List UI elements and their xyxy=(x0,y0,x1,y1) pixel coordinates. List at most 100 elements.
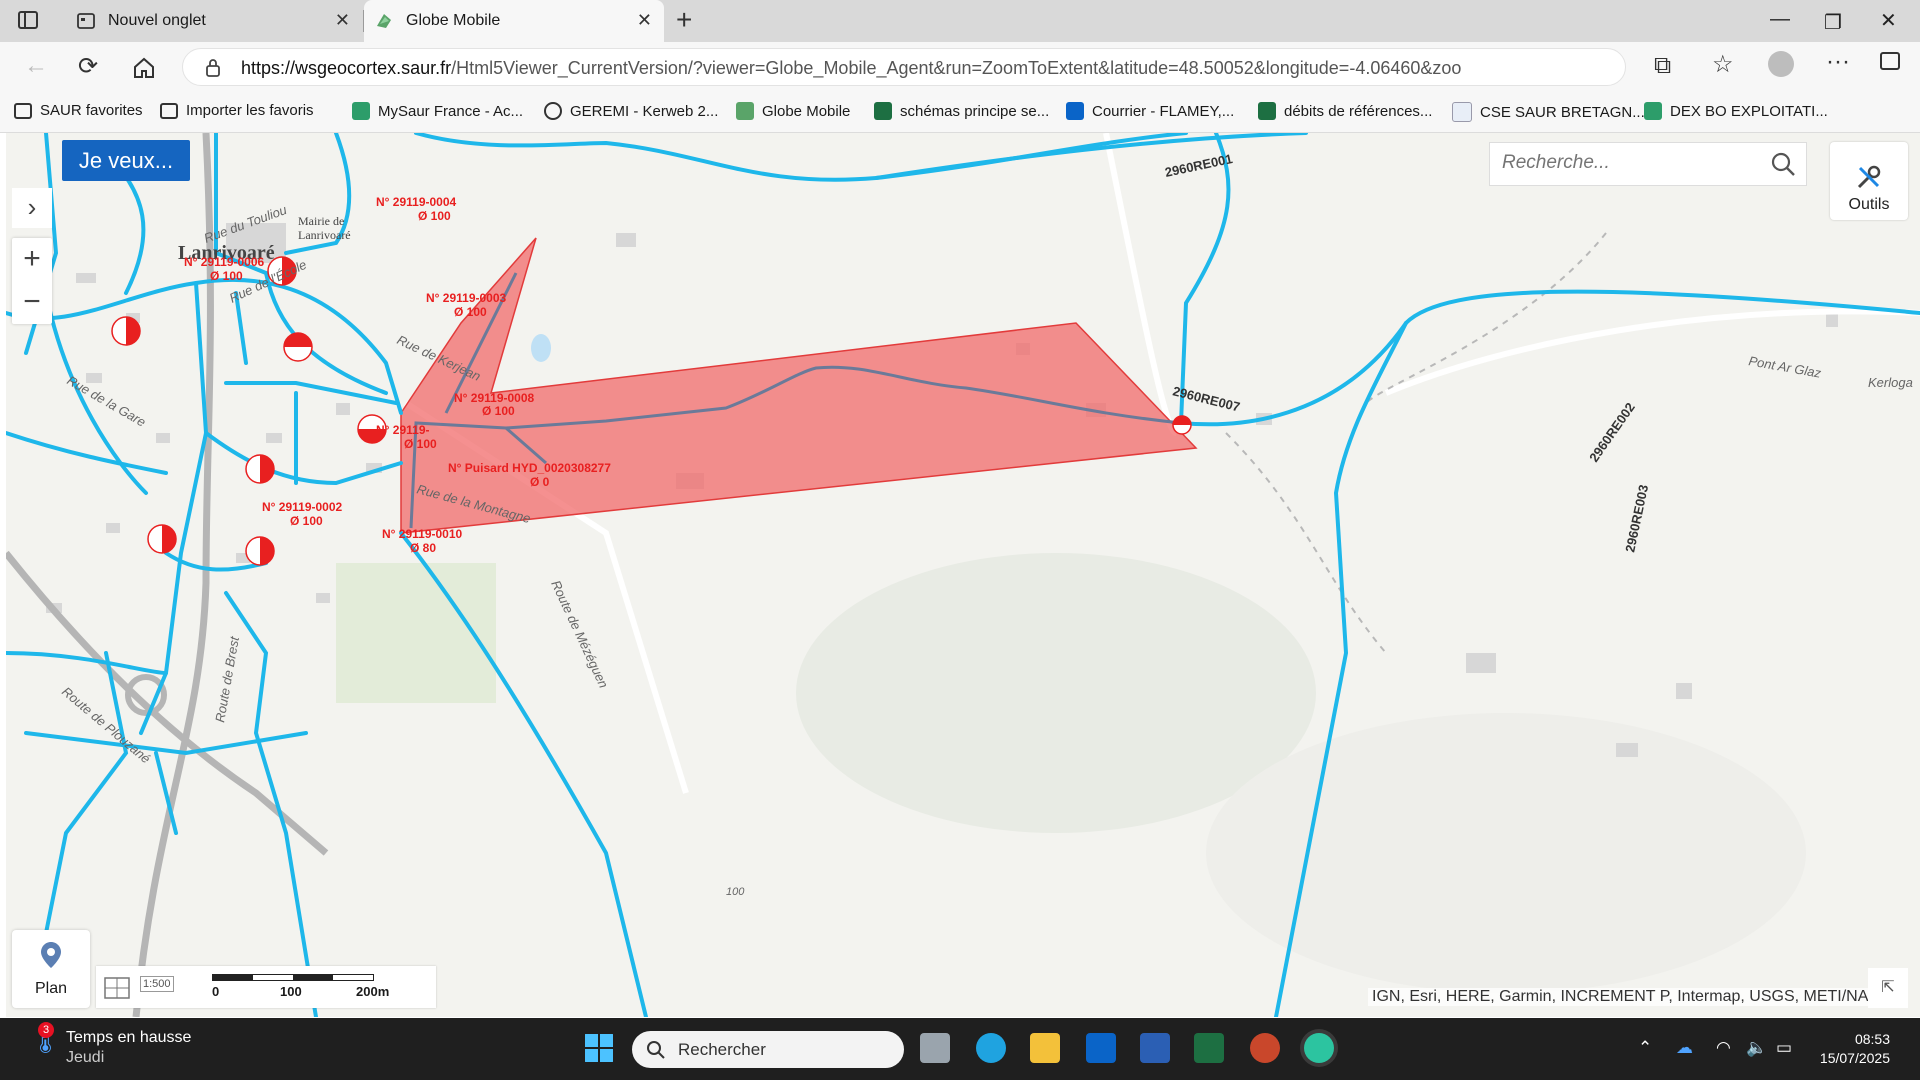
home-icon[interactable] xyxy=(132,56,156,80)
zoom-out-button[interactable]: − xyxy=(12,281,52,324)
hydrant-label: N° Puisard HYD_0020308277 xyxy=(448,461,611,475)
hydrant-label: N° 29119-0003 xyxy=(426,291,507,305)
back-icon[interactable]: ← xyxy=(24,52,48,80)
bookmark-label: CSE SAUR BRETAGN... xyxy=(1480,103,1645,121)
address-bar[interactable]: https://wsgeocortex.saur.fr/Html5Viewer_… xyxy=(182,48,1626,86)
word-icon[interactable] xyxy=(1140,1033,1170,1063)
globe-mobile-icon xyxy=(377,14,391,28)
bookmarks-bar: SAUR favorites Importer les favoris MySa… xyxy=(0,92,1920,133)
import-icon xyxy=(160,102,178,119)
outlook-icon[interactable] xyxy=(1086,1033,1116,1063)
scale-bar-panel: 1:500 0 100 200m xyxy=(96,966,436,1008)
bookmark-schemas[interactable]: schémas principe se... xyxy=(874,102,1049,120)
more-menu-icon[interactable]: ··· xyxy=(1826,48,1850,76)
je-veux-button[interactable]: Je veux... xyxy=(62,140,190,181)
taskbar-search[interactable]: Rechercher xyxy=(632,1031,904,1068)
url-text[interactable]: https://wsgeocortex.saur.fr/Html5Viewer_… xyxy=(241,58,1461,79)
bookmark-courrier[interactable]: Courrier - FLAMEY,... xyxy=(1066,102,1234,120)
collapse-arrow-icon[interactable]: ⇱ xyxy=(1868,968,1908,1008)
edge-icon[interactable] xyxy=(976,1033,1006,1063)
minimize-icon[interactable]: — xyxy=(1770,8,1790,31)
wifi-icon[interactable]: ◠ xyxy=(1716,1038,1731,1058)
extensions-icon[interactable]: ⧉ xyxy=(1654,52,1671,80)
search-icon[interactable] xyxy=(1770,151,1796,177)
zoom-in-button[interactable]: + xyxy=(12,238,52,281)
map-search-box xyxy=(1489,142,1807,186)
bookmark-dex-bo[interactable]: DEX BO EXPLOITATI... xyxy=(1644,102,1828,120)
scale-label: 200m xyxy=(356,984,390,999)
hydrant-label: Ø 100 xyxy=(404,437,437,451)
hydrant-label: Ø 100 xyxy=(418,209,451,223)
system-clock[interactable]: 08:53 15/07/2025 xyxy=(1808,1030,1890,1068)
coordinates-icon[interactable] xyxy=(102,972,132,1002)
tools-button[interactable]: Outils xyxy=(1830,142,1908,220)
panel-expand-chevron-icon[interactable]: › xyxy=(12,188,52,228)
favorites-icon[interactable]: ☆ xyxy=(1712,50,1734,79)
edge-active-icon[interactable] xyxy=(1304,1033,1334,1063)
tab-globe-mobile[interactable]: Globe Mobile ✕ xyxy=(364,0,664,42)
taskbar: 🌡 3 Temps en hausse Jeudi Rechercher ⌃ ☁… xyxy=(0,1018,1920,1080)
pond xyxy=(531,334,551,362)
restore-icon[interactable]: ❐ xyxy=(1824,10,1842,35)
search-icon xyxy=(647,1041,665,1059)
scale-label: 0 xyxy=(212,984,220,999)
scale-ratio-icon[interactable]: 1:500 xyxy=(140,976,174,992)
bookmark-saur-favorites[interactable]: SAUR favorites xyxy=(14,102,143,119)
town-hall-label: Lanrivoaré xyxy=(298,228,351,242)
tray-chevron-icon[interactable]: ⌃ xyxy=(1638,1038,1652,1058)
basemap-plan-button[interactable]: Plan xyxy=(12,930,90,1008)
bookmark-globe-mobile[interactable]: Globe Mobile xyxy=(736,102,850,120)
refresh-icon[interactable]: ⟳ xyxy=(78,52,98,81)
hydrant-label: Ø 100 xyxy=(290,514,323,528)
map-attribution: IGN, Esri, HERE, Garmin, INCREMENT P, In… xyxy=(1368,988,1894,1006)
file-explorer-icon[interactable] xyxy=(1030,1033,1060,1063)
taskbar-search-label: Rechercher xyxy=(678,1040,766,1059)
bookmark-geremi[interactable]: GEREMI - Kerweb 2... xyxy=(544,102,718,120)
clock-time: 08:53 xyxy=(1854,1031,1890,1047)
tab-new-tab[interactable]: Nouvel onglet ✕ xyxy=(66,0,362,42)
hydrant-label: Ø 100 xyxy=(210,269,243,283)
powerpoint-icon[interactable] xyxy=(1250,1033,1280,1063)
excel-icon xyxy=(874,102,892,120)
new-tab-button[interactable]: + xyxy=(676,4,692,36)
bookmark-label: DEX BO EXPLOITATI... xyxy=(1670,102,1828,120)
map-pin-icon xyxy=(41,942,61,968)
close-window-icon[interactable]: ✕ xyxy=(1880,8,1897,33)
bookmark-import-favorites[interactable]: Importer les favoris xyxy=(160,102,314,119)
bookmark-label: SAUR favorites xyxy=(40,102,143,119)
hydrant-label: N° 29119-0008 xyxy=(454,391,535,405)
bookmark-label: Importer les favoris xyxy=(186,102,314,119)
new-tab-icon xyxy=(77,13,95,29)
volume-icon[interactable]: 🔈 xyxy=(1746,1038,1767,1058)
excel-icon xyxy=(1258,102,1276,120)
sidebar-toggle-icon[interactable] xyxy=(18,11,38,29)
battery-icon[interactable]: ▭ xyxy=(1776,1038,1792,1058)
tab-label: Nouvel onglet xyxy=(108,12,206,29)
map-search-input[interactable] xyxy=(1500,151,1754,175)
lock-icon[interactable] xyxy=(205,59,221,77)
bookmark-mysaur[interactable]: MySaur France - Ac... xyxy=(352,102,523,120)
map-canvas[interactable]: Lanrivoaré Mairie de Lanrivoaré Rue de l… xyxy=(6,133,1920,1017)
sidebar-icon[interactable] xyxy=(1880,52,1900,70)
excel-icon[interactable] xyxy=(1194,1033,1224,1063)
bookmark-cse-saur[interactable]: CSE SAUR BRETAGN... xyxy=(1452,102,1645,122)
bookmark-label: débits de références... xyxy=(1284,102,1433,120)
map-viewer[interactable]: Lanrivoaré Mairie de Lanrivoaré Rue de l… xyxy=(6,133,1920,1017)
bookmark-debits[interactable]: débits de références... xyxy=(1258,102,1432,120)
scale-bar xyxy=(212,974,374,981)
globe-icon xyxy=(544,102,562,120)
folder-icon xyxy=(14,102,32,119)
bookmark-label: Globe Mobile xyxy=(762,102,851,120)
bookmark-label: GEREMI - Kerweb 2... xyxy=(570,102,719,120)
onedrive-icon[interactable]: ☁ xyxy=(1676,1038,1693,1058)
url-host: https://wsgeocortex.saur.fr xyxy=(241,58,452,78)
windows-start-icon[interactable] xyxy=(584,1033,614,1063)
hydrant-label: N° 29119-0004 xyxy=(376,195,457,209)
town-hall-label: Mairie de xyxy=(298,214,344,228)
url-path: /Html5Viewer_CurrentVersion/?viewer=Glob… xyxy=(451,58,1461,78)
profile-avatar[interactable] xyxy=(1768,51,1794,77)
close-tab-icon[interactable]: ✕ xyxy=(335,10,350,31)
tab-bar: Nouvel onglet ✕ Globe Mobile ✕ + — ❐ ✕ xyxy=(0,0,1920,42)
task-view-icon[interactable] xyxy=(920,1033,950,1063)
close-tab-icon[interactable]: ✕ xyxy=(637,10,652,31)
